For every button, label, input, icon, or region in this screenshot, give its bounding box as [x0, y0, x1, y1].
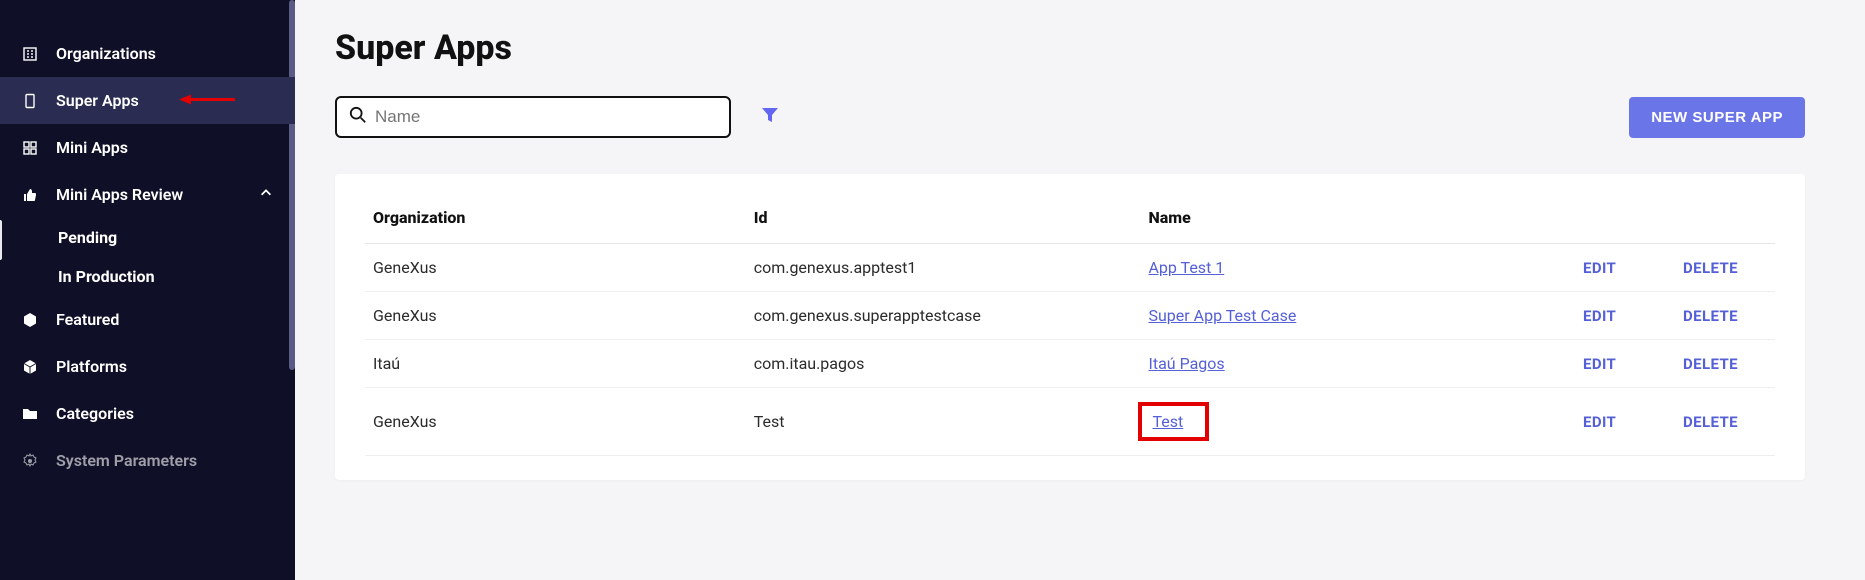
- sidebar-subitem-in-production[interactable]: In Production: [0, 257, 295, 296]
- hexagon-icon: [22, 312, 42, 328]
- toolbar: NEW SUPER APP: [335, 96, 1805, 138]
- sidebar-item-label: Super Apps: [56, 91, 273, 110]
- edit-action[interactable]: EDIT: [1575, 244, 1675, 292]
- sidebar: Organizations Super Apps Mini Apps Mini …: [0, 0, 295, 580]
- cell-id: com.genexus.apptest1: [746, 244, 1141, 292]
- edit-action[interactable]: EDIT: [1575, 340, 1675, 388]
- sidebar-item-mini-apps[interactable]: Mini Apps: [0, 124, 295, 171]
- table-row: GeneXuscom.genexus.apptest1 App Test 1 EDI…: [365, 244, 1775, 292]
- new-super-app-button[interactable]: NEW SUPER APP: [1629, 97, 1805, 138]
- search-input[interactable]: [375, 107, 717, 127]
- app-name-link[interactable]: Super App Test Case: [1148, 306, 1296, 325]
- sidebar-item-label: System Parameters: [56, 451, 273, 470]
- table-row: GeneXuscom.genexus.superapptestcase Super…: [365, 292, 1775, 340]
- main-content: Super Apps NEW SUPER APP Organization Id…: [295, 0, 1865, 580]
- folder-icon: [22, 406, 42, 422]
- cell-organization: GeneXus: [365, 388, 746, 456]
- grid-icon: [22, 140, 42, 156]
- cell-id: com.genexus.superapptestcase: [746, 292, 1141, 340]
- edit-action[interactable]: EDIT: [1575, 292, 1675, 340]
- edit-action[interactable]: EDIT: [1575, 388, 1675, 456]
- sidebar-subitem-label: In Production: [58, 267, 155, 286]
- super-apps-table: Organization Id Name GeneXuscom.genexus.…: [365, 198, 1775, 456]
- sidebar-item-featured[interactable]: Featured: [0, 296, 295, 343]
- col-organization: Organization: [365, 198, 746, 244]
- filter-button[interactable]: [761, 106, 779, 128]
- annotation-highlight: Test: [1138, 402, 1209, 441]
- table-row: GeneXusTestTestEDITDELETE: [365, 388, 1775, 456]
- app-name-link[interactable]: App Test 1: [1148, 258, 1224, 277]
- building-icon: [22, 46, 42, 62]
- sidebar-item-label: Organizations: [56, 44, 273, 63]
- sidebar-item-label: Mini Apps Review: [56, 185, 259, 204]
- col-name: Name: [1140, 198, 1575, 244]
- cell-name: Test: [1140, 388, 1575, 456]
- sidebar-collapse-handle[interactable]: [0, 220, 2, 260]
- device-icon: [22, 93, 42, 109]
- sidebar-item-label: Platforms: [56, 357, 273, 376]
- chevron-up-icon: [259, 185, 273, 204]
- sidebar-item-platforms[interactable]: Platforms: [0, 343, 295, 390]
- sidebar-item-mini-apps-review[interactable]: Mini Apps Review: [0, 171, 295, 218]
- cell-organization: Itaú: [365, 340, 746, 388]
- app-name-link[interactable]: Test: [1152, 412, 1183, 431]
- delete-action[interactable]: DELETE: [1675, 340, 1775, 388]
- annotation-arrow-icon: [179, 91, 235, 110]
- filter-icon: [761, 106, 779, 128]
- cube-icon: [22, 359, 42, 375]
- col-id: Id: [746, 198, 1141, 244]
- sidebar-item-super-apps[interactable]: Super Apps: [0, 77, 295, 124]
- sidebar-item-label: Categories: [56, 404, 273, 423]
- cell-name: Itaú Pagos: [1140, 340, 1575, 388]
- thumb-icon: [22, 187, 42, 203]
- sidebar-item-system-parameters[interactable]: System Parameters: [0, 437, 295, 470]
- cell-id: Test: [746, 388, 1141, 456]
- cell-id: com.itau.pagos: [746, 340, 1141, 388]
- delete-action[interactable]: DELETE: [1675, 244, 1775, 292]
- page-title: Super Apps: [335, 28, 1805, 68]
- cell-organization: GeneXus: [365, 292, 746, 340]
- table-card: Organization Id Name GeneXuscom.genexus.…: [335, 174, 1805, 480]
- sidebar-subitem-label: Pending: [58, 228, 117, 247]
- search-box[interactable]: [335, 96, 731, 138]
- cell-name: Super App Test Case: [1140, 292, 1575, 340]
- app-name-link[interactable]: Itaú Pagos: [1148, 354, 1224, 373]
- gear-icon: [22, 453, 42, 469]
- sidebar-item-organizations[interactable]: Organizations: [0, 30, 295, 77]
- cell-organization: GeneXus: [365, 244, 746, 292]
- delete-action[interactable]: DELETE: [1675, 388, 1775, 456]
- sidebar-subitem-pending[interactable]: Pending: [0, 218, 295, 257]
- delete-action[interactable]: DELETE: [1675, 292, 1775, 340]
- table-row: Itaúcom.itau.pagos Itaú Pagos EDITDELETE: [365, 340, 1775, 388]
- sidebar-item-label: Featured: [56, 310, 273, 329]
- sidebar-item-label: Mini Apps: [56, 138, 273, 157]
- sidebar-item-categories[interactable]: Categories: [0, 390, 295, 437]
- search-icon: [349, 106, 375, 128]
- cell-name: App Test 1: [1140, 244, 1575, 292]
